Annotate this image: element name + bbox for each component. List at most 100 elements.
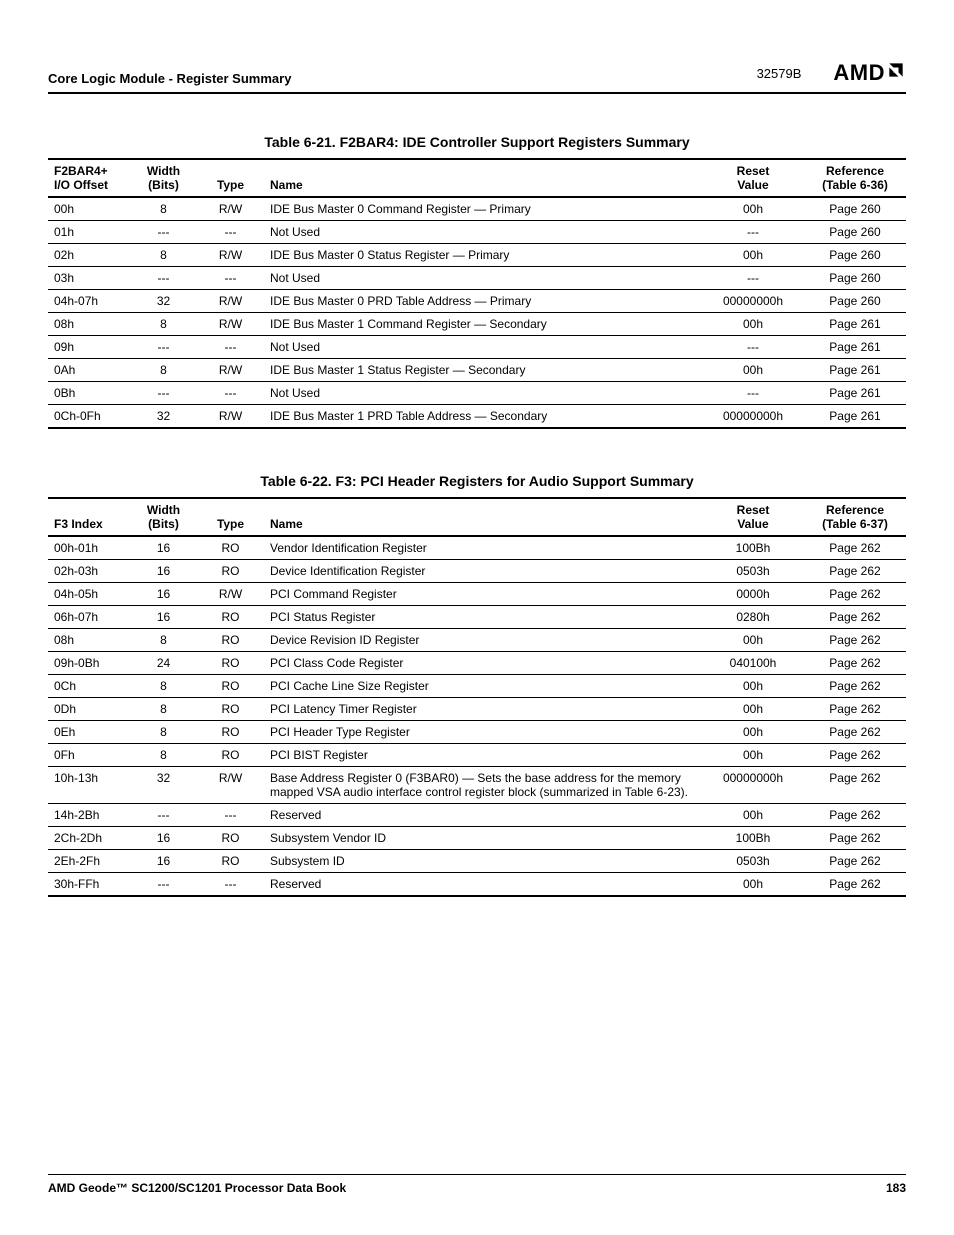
cell-offset: 2Eh-2Fh (48, 850, 130, 873)
cell-name: IDE Bus Master 1 Command Register — Seco… (264, 313, 702, 336)
cell-offset: 04h-07h (48, 290, 130, 313)
cell-type: R/W (197, 583, 264, 606)
table-row: 0Ch-0Fh32R/WIDE Bus Master 1 PRD Table A… (48, 405, 906, 429)
cell-reset: --- (702, 336, 804, 359)
table-row: 0Dh8ROPCI Latency Timer Register00hPage … (48, 698, 906, 721)
amd-logo: AMD (833, 60, 906, 86)
cell-width: 32 (130, 290, 197, 313)
table-row: 10h-13h32R/WBase Address Register 0 (F3B… (48, 767, 906, 804)
cell-type: R/W (197, 359, 264, 382)
table-row: 14h-2Bh------Reserved00hPage 262 (48, 804, 906, 827)
cell-width: 8 (130, 675, 197, 698)
cell-width: 16 (130, 583, 197, 606)
cell-offset: 03h (48, 267, 130, 290)
table-row: 0Bh------Not Used---Page 261 (48, 382, 906, 405)
cell-width: 8 (130, 313, 197, 336)
cell-offset: 09h (48, 336, 130, 359)
cell-reset: 0503h (702, 850, 804, 873)
cell-name: Reserved (264, 873, 702, 897)
cell-type: RO (197, 560, 264, 583)
cell-name: Device Identification Register (264, 560, 702, 583)
cell-reset: 00000000h (702, 767, 804, 804)
cell-ref: Page 262 (804, 652, 906, 675)
cell-type: RO (197, 698, 264, 721)
cell-name: Subsystem ID (264, 850, 702, 873)
table-row: 06h-07h16ROPCI Status Register0280hPage … (48, 606, 906, 629)
cell-type: --- (197, 873, 264, 897)
table-row: 04h-05h16R/WPCI Command Register0000hPag… (48, 583, 906, 606)
cell-ref: Page 262 (804, 560, 906, 583)
cell-type: --- (197, 382, 264, 405)
cell-name: Reserved (264, 804, 702, 827)
cell-width: 8 (130, 244, 197, 267)
table-row: 0Ch8ROPCI Cache Line Size Register00hPag… (48, 675, 906, 698)
cell-type: RO (197, 827, 264, 850)
cell-name: PCI Command Register (264, 583, 702, 606)
cell-ref: Page 262 (804, 804, 906, 827)
cell-reset: 00h (702, 675, 804, 698)
cell-reset: 0000h (702, 583, 804, 606)
amd-logo-text: AMD (833, 60, 885, 86)
cell-ref: Page 261 (804, 359, 906, 382)
cell-ref: Page 260 (804, 197, 906, 221)
cell-width: 8 (130, 721, 197, 744)
cell-offset: 10h-13h (48, 767, 130, 804)
cell-name: IDE Bus Master 1 PRD Table Address — Sec… (264, 405, 702, 429)
cell-offset: 0Ah (48, 359, 130, 382)
cell-reset: 100Bh (702, 827, 804, 850)
cell-ref: Page 262 (804, 767, 906, 804)
cell-offset: 06h-07h (48, 606, 130, 629)
cell-type: RO (197, 675, 264, 698)
cell-name: Subsystem Vendor ID (264, 827, 702, 850)
cell-reset: 00000000h (702, 290, 804, 313)
cell-reset: 040100h (702, 652, 804, 675)
table-row: 09h------Not Used---Page 261 (48, 336, 906, 359)
table-row: 0Ah8R/WIDE Bus Master 1 Status Register … (48, 359, 906, 382)
col-header-ref: Reference (Table 6-37) (804, 498, 906, 536)
cell-name: IDE Bus Master 0 PRD Table Address — Pri… (264, 290, 702, 313)
cell-width: 16 (130, 536, 197, 560)
col-header-type: Type (197, 159, 264, 197)
cell-width: 8 (130, 359, 197, 382)
cell-reset: --- (702, 267, 804, 290)
cell-ref: Page 261 (804, 313, 906, 336)
cell-ref: Page 260 (804, 267, 906, 290)
table-row: 08h8RODevice Revision ID Register00hPage… (48, 629, 906, 652)
table-f2bar4: F2BAR4+ I/O Offset Width (Bits) Type Nam… (48, 158, 906, 429)
cell-type: RO (197, 629, 264, 652)
cell-ref: Page 262 (804, 606, 906, 629)
cell-offset: 14h-2Bh (48, 804, 130, 827)
table-row: 02h-03h16RODevice Identification Registe… (48, 560, 906, 583)
cell-reset: 00h (702, 244, 804, 267)
col-header-name: Name (264, 159, 702, 197)
cell-reset: 00000000h (702, 405, 804, 429)
col-header-name: Name (264, 498, 702, 536)
cell-width: 8 (130, 698, 197, 721)
cell-ref: Page 262 (804, 721, 906, 744)
cell-offset: 0Ch (48, 675, 130, 698)
col-header-offset: F2BAR4+ I/O Offset (48, 159, 130, 197)
cell-type: --- (197, 221, 264, 244)
cell-reset: 0503h (702, 560, 804, 583)
cell-type: R/W (197, 197, 264, 221)
cell-width: 16 (130, 560, 197, 583)
cell-name: Not Used (264, 267, 702, 290)
cell-width: 24 (130, 652, 197, 675)
cell-name: Not Used (264, 382, 702, 405)
cell-width: --- (130, 267, 197, 290)
cell-ref: Page 262 (804, 629, 906, 652)
cell-ref: Page 261 (804, 405, 906, 429)
cell-reset: 00h (702, 804, 804, 827)
cell-type: R/W (197, 767, 264, 804)
header-right: 32579B AMD (757, 60, 906, 86)
cell-width: 16 (130, 606, 197, 629)
cell-width: --- (130, 336, 197, 359)
cell-name: Base Address Register 0 (F3BAR0) — Sets … (264, 767, 702, 804)
cell-width: --- (130, 221, 197, 244)
cell-type: R/W (197, 290, 264, 313)
cell-offset: 01h (48, 221, 130, 244)
cell-width: --- (130, 382, 197, 405)
cell-reset: 0280h (702, 606, 804, 629)
table-header-row: F3 Index Width (Bits) Type Name Reset Va… (48, 498, 906, 536)
cell-width: 8 (130, 629, 197, 652)
